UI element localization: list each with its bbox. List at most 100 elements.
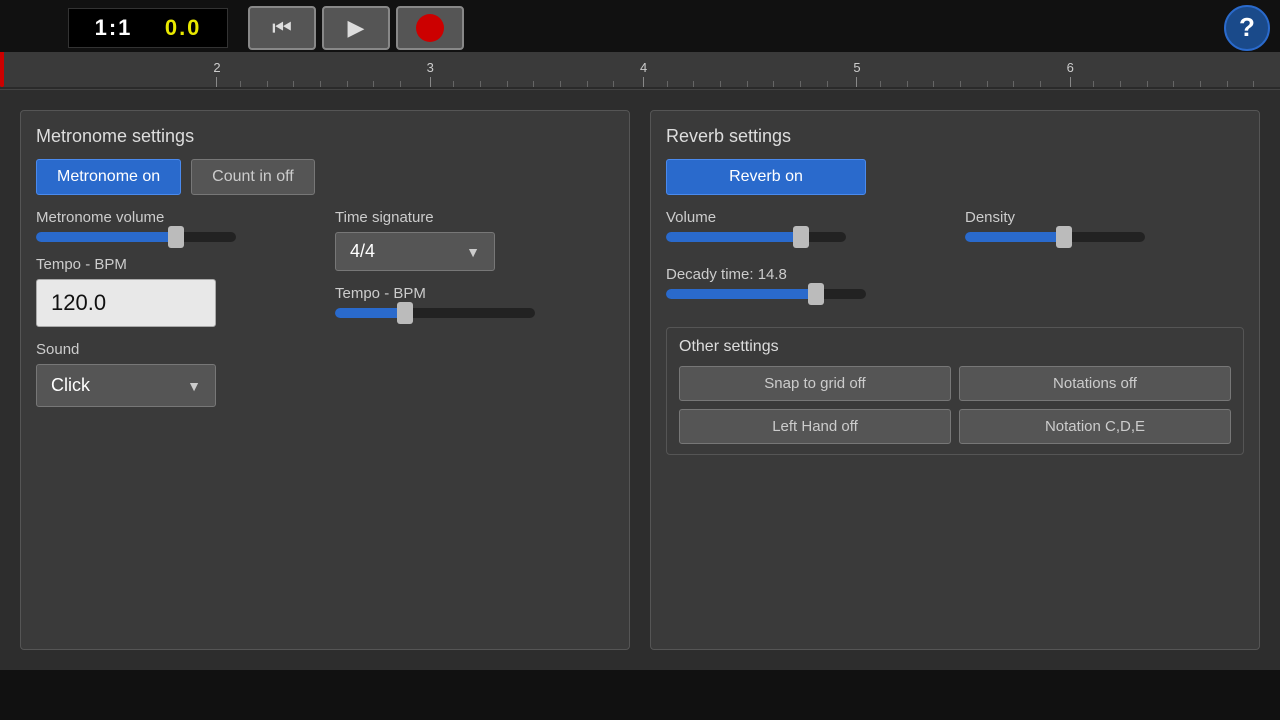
reverb-volume-label: Volume [666,209,945,226]
decay-thumb[interactable] [808,283,824,305]
snap-to-grid-button[interactable]: Snap to grid off [679,366,951,401]
ruler-small-line-icon [827,81,828,87]
reverb-density-thumb[interactable] [1056,226,1072,248]
reverb-density-label: Density [965,209,1244,226]
help-icon: ? [1239,12,1255,43]
time-sig-dropdown[interactable]: 4/4 ▼ [335,232,495,271]
ruler-small-mark [453,81,454,87]
metronome-toggle-button[interactable]: Metronome on [36,159,181,195]
ruler-small-mark [1227,81,1228,87]
top-bar: 1:1 0.0 ⏮ ▶ ? [0,0,1280,55]
ruler-small-mark [667,81,668,87]
ruler-small-line-icon [1147,81,1148,87]
ruler-small-line-icon [480,81,481,87]
reverb-volume-col: Volume [666,209,945,256]
ruler-small-mark [960,81,961,87]
reverb-volume-slider[interactable] [666,232,945,242]
reverb-toggle-button[interactable]: Reverb on [666,159,866,195]
ruler-label: 2 [213,60,220,75]
ruler-small-line-icon [693,81,694,87]
decay-slider[interactable] [666,289,1244,299]
ruler-small-line-icon [453,81,454,87]
reverb-top: Reverb on [666,159,1244,195]
ruler-small-line-icon [293,81,294,87]
ruler-small-mark [933,81,934,87]
reverb-density-slider[interactable] [965,232,1244,242]
ruler-small-line-icon [373,81,374,87]
decay-label: Decady time: 14.8 [666,266,1244,283]
time-display: 1:1 0.0 [68,8,228,48]
tempo-slider[interactable] [335,308,614,318]
ruler-small-line-icon [773,81,774,87]
other-settings-title: Other settings [679,338,1231,356]
sound-value: Click [51,375,90,396]
ruler-small-line-icon [507,81,508,87]
ruler-small-line-icon [800,81,801,87]
ruler-small-mark [560,81,561,87]
ruler-small-mark [827,81,828,87]
ruler-small-mark [320,81,321,87]
ruler-line-icon [1070,77,1071,87]
ruler-small-line-icon [347,81,348,87]
ruler-small-line-icon [240,81,241,87]
ruler-mark: 2 [213,60,220,87]
record-button[interactable] [396,6,464,50]
time-sig-label: Time signature [335,209,614,226]
ruler-small-mark [240,81,241,87]
ruler-mark: 3 [427,60,434,87]
ruler-small-line-icon [907,81,908,87]
ruler-small-line-icon [1013,81,1014,87]
reverb-density-track [965,232,1145,242]
playhead[interactable] [0,52,4,87]
main-area: Metronome settings Metronome on Count in… [0,90,1280,670]
ruler-small-line-icon [587,81,588,87]
bpm-input[interactable] [36,279,216,327]
ruler-small-mark [347,81,348,87]
ruler-small-mark [400,81,401,87]
tempo-thumb[interactable] [397,302,413,324]
ruler-small-line-icon [880,81,881,87]
reverb-sliders-row: Volume Density [666,209,1244,256]
sound-dropdown[interactable]: Click ▼ [36,364,216,407]
ruler-small-mark [1013,81,1014,87]
sound-dropdown-arrow-icon: ▼ [187,378,201,394]
ruler-small-mark [1253,81,1254,87]
tempo-left-label: Tempo - BPM [36,256,315,273]
ruler-small-line-icon [1173,81,1174,87]
ruler-small-mark [693,81,694,87]
ruler-small-line-icon [1200,81,1201,87]
sound-label: Sound [36,341,315,358]
help-button[interactable]: ? [1224,5,1270,51]
ruler-label: 3 [427,60,434,75]
gear-button[interactable] [10,4,58,52]
ruler-mark: 5 [853,60,860,87]
ruler-small-line-icon [720,81,721,87]
reverb-density-col: Density [965,209,1244,256]
decay-track [666,289,866,299]
metronome-title: Metronome settings [36,126,614,147]
ruler-small-line-icon [1227,81,1228,87]
notation-cde-button[interactable]: Notation C,D,E [959,409,1231,444]
ruler-line-icon [643,77,644,87]
metronome-right-col: Time signature 4/4 ▼ Tempo - BPM [335,209,614,407]
tempo-fill [335,308,405,318]
volume-thumb[interactable] [168,226,184,248]
reverb-volume-thumb[interactable] [793,226,809,248]
ruler-small-line-icon [987,81,988,87]
ruler-small-line-icon [533,81,534,87]
ruler-small-line-icon [267,81,268,87]
ruler-small-mark [613,81,614,87]
rewind-button[interactable]: ⏮ [248,6,316,50]
time-sig-value: 4/4 [350,241,375,262]
countin-toggle-button[interactable]: Count in off [191,159,315,195]
ruler-small-mark [987,81,988,87]
ruler-small-line-icon [933,81,934,87]
ruler-label: 4 [640,60,647,75]
volume-slider[interactable] [36,232,315,242]
ruler-line-icon [216,77,217,87]
notations-button[interactable]: Notations off [959,366,1231,401]
play-icon: ▶ [348,15,365,41]
ruler-small-mark [267,81,268,87]
play-button[interactable]: ▶ [322,6,390,50]
left-hand-button[interactable]: Left Hand off [679,409,951,444]
